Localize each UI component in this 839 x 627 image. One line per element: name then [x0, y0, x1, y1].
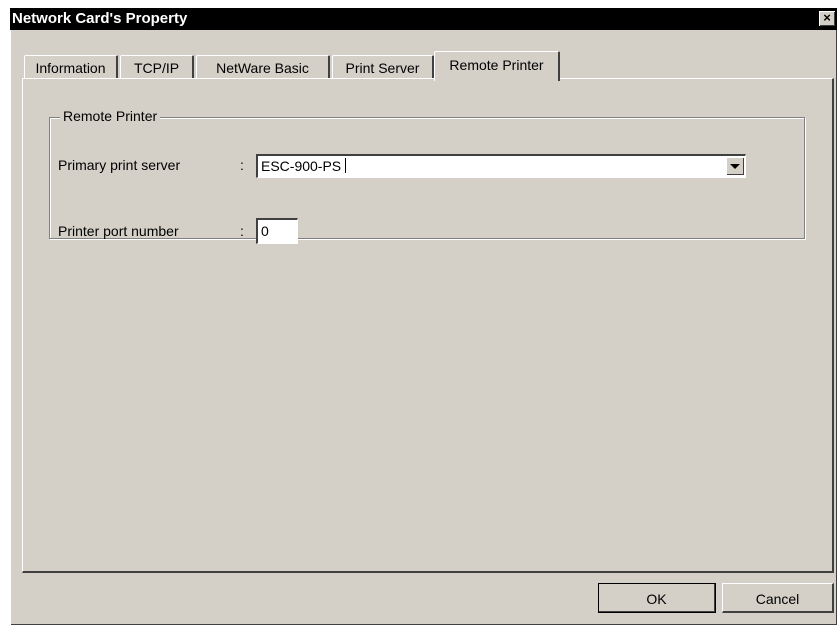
- printer-port-number-input[interactable]: 0: [256, 218, 298, 244]
- primary-print-server-select[interactable]: ESC-900-PS: [256, 154, 746, 178]
- window-title: Network Card's Property: [12, 10, 188, 27]
- chevron-down-icon: [730, 164, 740, 169]
- printer-port-number-colon: :: [240, 223, 244, 239]
- tab-netware-basic[interactable]: NetWare Basic: [196, 55, 330, 79]
- dropdown-button[interactable]: [726, 157, 744, 175]
- primary-print-server-value: ESC-900-PS: [261, 158, 347, 174]
- printer-port-number-value: 0: [261, 223, 269, 239]
- tab-remote-printer[interactable]: Remote Printer: [434, 51, 560, 81]
- group-title: Remote Printer: [60, 108, 161, 124]
- tab-information[interactable]: Information: [24, 55, 118, 79]
- title-bar[interactable]: Network Card's Property ×: [10, 8, 837, 30]
- cancel-button[interactable]: Cancel: [722, 583, 834, 613]
- printer-port-number-label: Printer port number: [58, 223, 179, 239]
- dialog-window: Network Card's Property × Information TC…: [10, 8, 837, 625]
- primary-print-server-colon: :: [240, 157, 244, 173]
- remote-printer-group: Remote Printer Primary print server : ES…: [49, 108, 805, 244]
- close-button[interactable]: ×: [819, 11, 835, 26]
- tab-tcp-ip[interactable]: TCP/IP: [120, 55, 194, 79]
- primary-print-server-label: Primary print server: [58, 157, 181, 173]
- text-cursor: [345, 158, 347, 173]
- tab-print-server[interactable]: Print Server: [332, 55, 434, 79]
- close-icon: ×: [823, 10, 831, 25]
- ok-button[interactable]: OK: [598, 583, 716, 613]
- tab-panel-remote-printer: Remote Printer Primary print server : ES…: [22, 78, 834, 573]
